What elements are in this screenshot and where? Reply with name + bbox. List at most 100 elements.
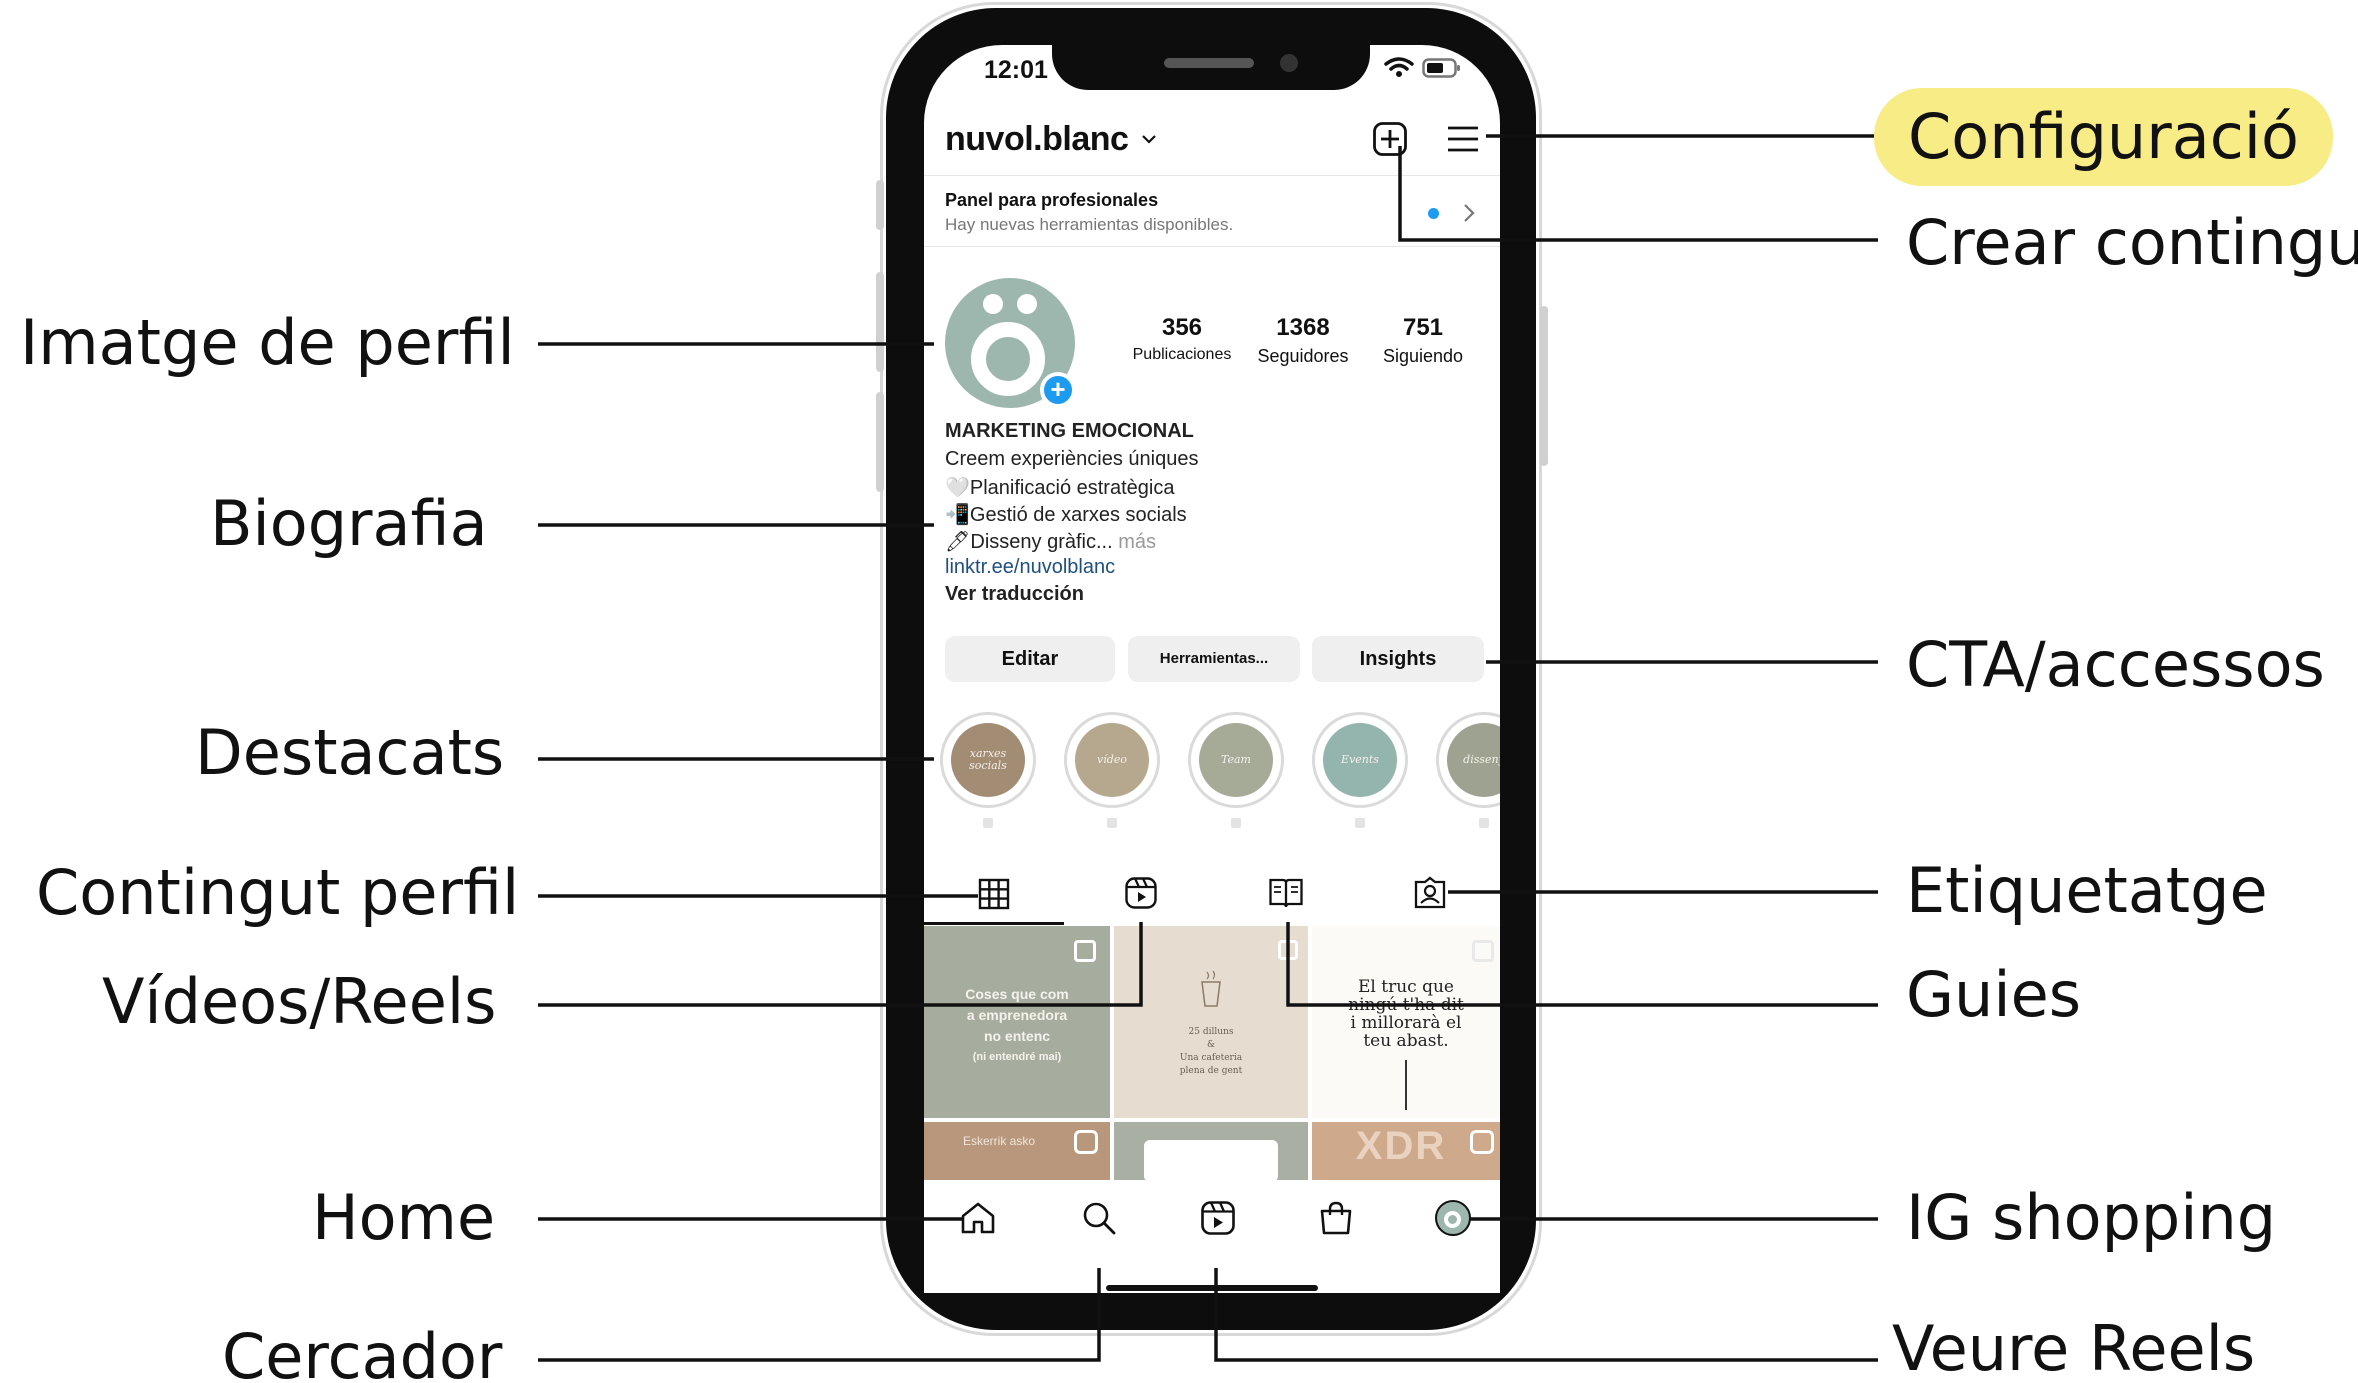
highlight-title: disseny bbox=[1447, 723, 1500, 797]
post-tile[interactable]: Coses que com a emprenedora no entenc (n… bbox=[924, 926, 1110, 1118]
post-text: plena de gent bbox=[1179, 1066, 1243, 1076]
highlight-item[interactable]: disseny bbox=[1436, 712, 1500, 808]
post-text: Una cafeteria bbox=[1179, 1053, 1243, 1063]
grid-icon[interactable] bbox=[978, 878, 1010, 910]
edit-profile-button[interactable]: Editar bbox=[945, 636, 1115, 682]
wifi-icon bbox=[1384, 57, 1414, 77]
highlight-label-placeholder bbox=[1231, 818, 1241, 828]
reels-icon[interactable] bbox=[1124, 876, 1158, 910]
post-tile[interactable]: Eskerrik asko bbox=[924, 1122, 1110, 1182]
battery-icon bbox=[1422, 58, 1460, 78]
post-text: 25 dilluns bbox=[1188, 1027, 1234, 1037]
post-text: Coses que com bbox=[965, 986, 1069, 1002]
stat-following-label: Siguiendo bbox=[1382, 346, 1464, 366]
guides-icon[interactable] bbox=[1268, 876, 1304, 910]
bio-line: 🖊Disseny gràfic... más bbox=[945, 529, 1156, 554]
status-time: 12:01 bbox=[984, 56, 1048, 84]
search-icon[interactable] bbox=[1081, 1200, 1117, 1236]
profile-icon-ring bbox=[1444, 1211, 1461, 1228]
highlight-item[interactable]: Events bbox=[1312, 712, 1408, 808]
highlight-item[interactable]: xarxes socials bbox=[940, 712, 1036, 808]
phone-silent-switch bbox=[876, 180, 884, 230]
highlight-label-placeholder bbox=[983, 818, 993, 828]
highlight-title: vídeo bbox=[1075, 723, 1149, 797]
translate-link[interactable]: Ver traducción bbox=[945, 583, 1084, 606]
tools-button[interactable]: Herramientas... bbox=[1128, 636, 1300, 682]
annotation-see-reels: Veure Reels bbox=[1892, 1312, 2256, 1383]
post-text: a emprenedora bbox=[966, 1007, 1068, 1023]
bio-line-text: 🖊Disseny gràfic... bbox=[945, 531, 1113, 553]
plus-square-icon[interactable] bbox=[1372, 121, 1408, 157]
coffee-cup-icon bbox=[1201, 970, 1221, 1007]
insights-button[interactable]: Insights bbox=[1312, 636, 1484, 682]
home-indicator bbox=[1106, 1285, 1318, 1291]
post-text: i millorarà el bbox=[1350, 1013, 1462, 1033]
stat-followers-count[interactable]: 1368 bbox=[1248, 314, 1358, 342]
phone-power-button bbox=[1540, 306, 1548, 466]
bio-line: 🤍Planificació estratègica bbox=[945, 477, 1175, 499]
stat-posts-count[interactable]: 356 bbox=[1127, 314, 1237, 342]
pro-panel-subtitle: Hay nuevas herramientas disponibles. bbox=[945, 215, 1234, 234]
highlight-title: xarxes socials bbox=[951, 723, 1025, 797]
bio-line: Creem experiències úniques bbox=[945, 448, 1199, 470]
chevron-down-icon[interactable] bbox=[1140, 132, 1158, 146]
reels-nav-icon[interactable] bbox=[1200, 1200, 1236, 1236]
carousel-icon bbox=[1278, 940, 1298, 960]
stat-following-count[interactable]: 751 bbox=[1368, 314, 1478, 342]
hamburger-menu-icon[interactable] bbox=[1446, 124, 1480, 154]
annotation-guides: Guies bbox=[1906, 958, 2082, 1031]
carousel-icon bbox=[1074, 940, 1096, 962]
highlight-label-placeholder bbox=[1355, 818, 1365, 828]
highlight-title: Events bbox=[1323, 723, 1397, 797]
highlight-clip: disseny bbox=[1436, 712, 1500, 812]
post-tile[interactable] bbox=[1114, 1122, 1308, 1182]
post-text: XDR bbox=[1355, 1124, 1447, 1168]
notification-dot bbox=[1428, 208, 1439, 219]
annotation-search: Cercador bbox=[222, 1320, 503, 1383]
shop-icon[interactable] bbox=[1318, 1200, 1354, 1236]
phone-camera bbox=[1280, 54, 1298, 72]
annotation-create-content: Crear contingut bbox=[1906, 206, 2358, 279]
bio-more-link[interactable]: más bbox=[1118, 531, 1156, 553]
highlight-title: Team bbox=[1199, 723, 1273, 797]
post-text: teu abast. bbox=[1363, 1031, 1449, 1051]
add-story-icon[interactable]: + bbox=[1040, 372, 1076, 408]
annotation-ig-shopping: IG shopping bbox=[1906, 1181, 2277, 1254]
post-divider-line bbox=[1405, 1060, 1407, 1110]
profile-username[interactable]: nuvol.blanc bbox=[945, 120, 1129, 159]
annotation-highlights: Destacats bbox=[195, 716, 505, 789]
annotation-profile-content: Contingut perfil bbox=[36, 856, 520, 929]
chevron-right-icon[interactable] bbox=[1462, 202, 1476, 224]
post-text: & bbox=[1206, 1040, 1215, 1050]
highlight-item[interactable]: vídeo bbox=[1064, 712, 1160, 808]
pro-panel-title: Panel para profesionales bbox=[945, 190, 1159, 210]
post-text: no entenc bbox=[983, 1028, 1051, 1044]
home-icon[interactable] bbox=[960, 1201, 996, 1235]
highlight-label-placeholder bbox=[1479, 818, 1489, 828]
phone-speaker bbox=[1164, 58, 1254, 68]
phone-volume-up bbox=[876, 272, 884, 372]
profile-icon[interactable] bbox=[1435, 1200, 1471, 1236]
post-text: Eskerrik asko bbox=[962, 1134, 1036, 1148]
post-screenshot bbox=[1144, 1140, 1278, 1182]
carousel-icon bbox=[1472, 940, 1494, 962]
annotation-videos-reels: Vídeos/Reels bbox=[102, 965, 497, 1038]
active-tab-indicator bbox=[924, 922, 1064, 925]
annotation-settings: Configuració bbox=[1874, 88, 2333, 186]
post-tile[interactable]: 25 dilluns & Una cafeteria plena de gent bbox=[1114, 926, 1308, 1118]
reel-icon bbox=[1470, 1130, 1494, 1154]
highlight-item[interactable]: Team bbox=[1188, 712, 1284, 808]
reel-icon bbox=[1074, 1130, 1098, 1154]
phone-volume-down bbox=[876, 392, 884, 492]
post-text: ningú t'ha dit bbox=[1348, 995, 1464, 1015]
pro-panel[interactable] bbox=[924, 176, 1500, 246]
post-tile[interactable]: XDR bbox=[1312, 1122, 1500, 1182]
post-tile[interactable]: El truc que ningú t'ha dit i millorarà e… bbox=[1312, 926, 1500, 1118]
annotation-cta: CTA/accessos bbox=[1906, 628, 2325, 701]
annotation-profile-image: Imatge de perfil bbox=[20, 306, 515, 379]
bio-link[interactable]: linktr.ee/nuvolblanc bbox=[945, 556, 1115, 579]
stat-posts-label: Publicaciones bbox=[1132, 346, 1232, 363]
post-text: (ni entendré mai) bbox=[972, 1051, 1062, 1063]
tagged-icon[interactable] bbox=[1413, 876, 1447, 910]
bio-line: 📲Gestió de xarxes socials bbox=[945, 504, 1187, 526]
